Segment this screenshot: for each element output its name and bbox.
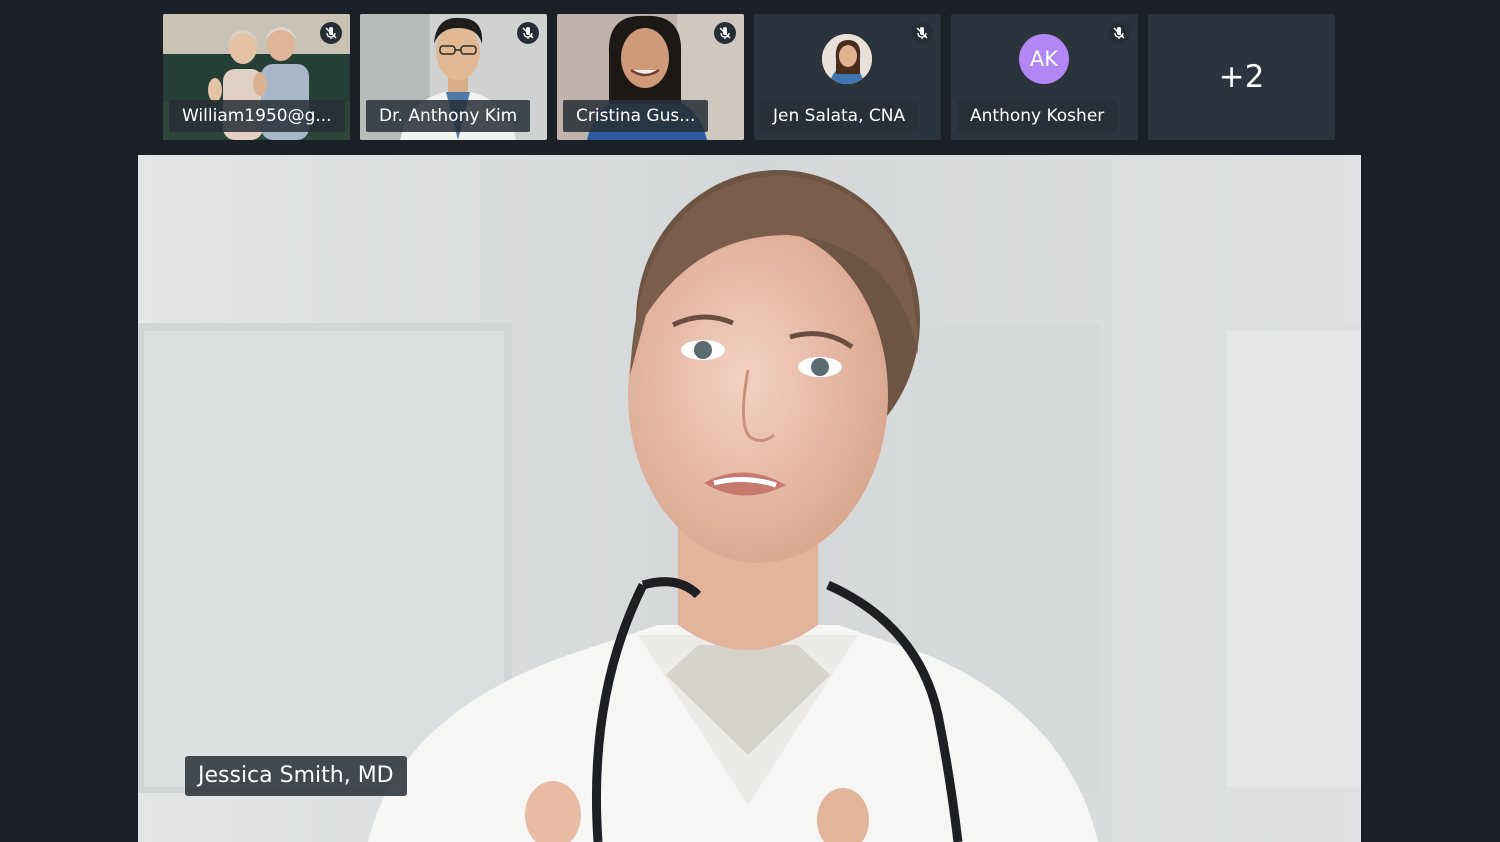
mic-off-icon: [719, 27, 731, 39]
participant-strip: William1950@g... Dr. Anthony Kim Cristin…: [0, 0, 1500, 150]
participant-name: Dr. Anthony Kim: [366, 100, 531, 132]
mute-indicator: [517, 22, 539, 44]
speaker-video-frame: [138, 155, 1361, 842]
participant-tile-1[interactable]: William1950@g...: [163, 14, 350, 140]
mic-off-icon: [916, 27, 928, 39]
participant-tile-2[interactable]: Dr. Anthony Kim: [360, 14, 547, 140]
mute-indicator: [911, 22, 933, 44]
mute-indicator: [714, 22, 736, 44]
participant-name: Jen Salata, CNA: [760, 100, 919, 132]
active-speaker-video[interactable]: Jessica Smith, MD: [138, 155, 1361, 842]
mute-indicator: [1108, 22, 1130, 44]
more-participants-button[interactable]: +2: [1148, 14, 1335, 140]
participant-name: Cristina Gus...: [563, 100, 709, 132]
mute-indicator: [320, 22, 342, 44]
participant-tile-4[interactable]: Jen Salata, CNA: [754, 14, 941, 140]
avatar-photo: [822, 34, 872, 84]
avatar-initials: AK: [1019, 34, 1069, 84]
participant-name: William1950@g...: [169, 100, 345, 132]
participant-tile-5[interactable]: AK Anthony Kosher: [951, 14, 1138, 140]
participant-name: Anthony Kosher: [957, 100, 1118, 132]
mic-off-icon: [522, 27, 534, 39]
active-speaker-name: Jessica Smith, MD: [185, 756, 407, 796]
mic-off-icon: [325, 27, 337, 39]
participant-tile-3[interactable]: Cristina Gus...: [557, 14, 744, 140]
avatar: [822, 34, 872, 84]
mic-off-icon: [1113, 27, 1125, 39]
